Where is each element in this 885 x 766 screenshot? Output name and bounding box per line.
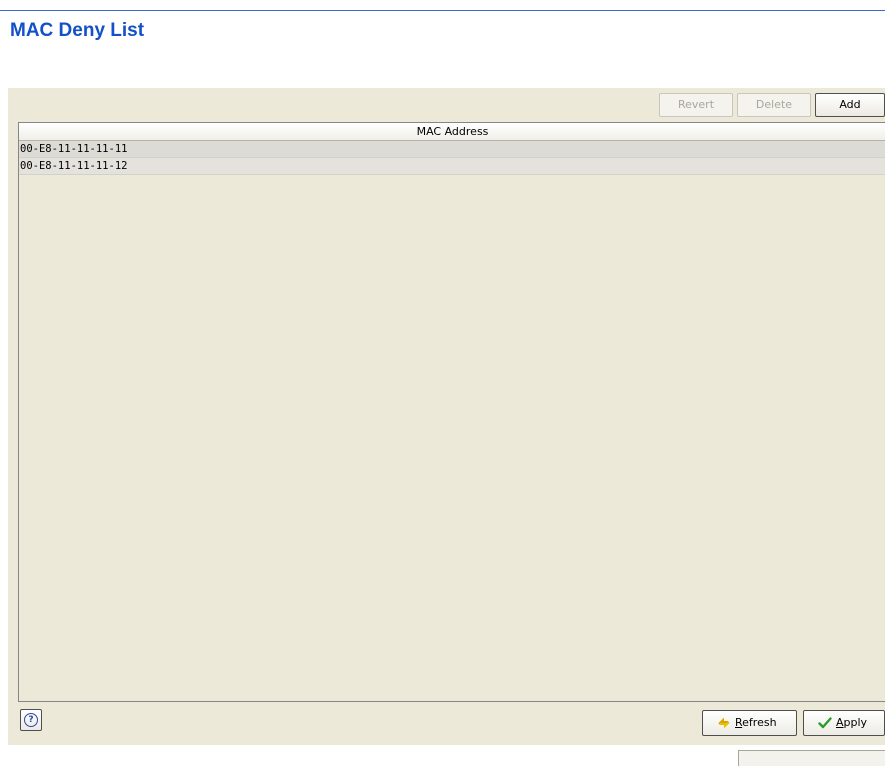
add-button[interactable]: Add — [815, 93, 885, 117]
table-row[interactable]: 00-E8-11-11-11-12 — [19, 158, 885, 175]
mac-address-table: MAC Address 00-E8-11-11-11-11 00-E8-11-1… — [18, 122, 885, 702]
help-icon: ? — [24, 713, 38, 727]
refresh-icon — [718, 717, 730, 729]
table-body: 00-E8-11-11-11-11 00-E8-11-11-11-12 — [19, 141, 885, 175]
apply-button[interactable]: Apply — [803, 710, 885, 736]
table-row[interactable]: 00-E8-11-11-11-11 — [19, 141, 885, 158]
delete-button[interactable]: Delete — [737, 93, 811, 117]
refresh-button[interactable]: Refresh — [702, 710, 797, 736]
checkmark-icon — [818, 717, 832, 729]
page-title: MAC Deny List — [10, 20, 145, 41]
top-accent-line — [0, 10, 885, 11]
revert-button[interactable]: Revert — [659, 93, 733, 117]
status-bar — [738, 750, 885, 766]
refresh-label: Refresh — [735, 716, 777, 729]
content-panel: Revert Delete Add MAC Address 00-E8-11-1… — [8, 88, 885, 745]
help-button[interactable]: ? — [20, 709, 42, 731]
apply-label: Apply — [836, 716, 868, 729]
column-header-mac-address[interactable]: MAC Address — [19, 123, 885, 141]
